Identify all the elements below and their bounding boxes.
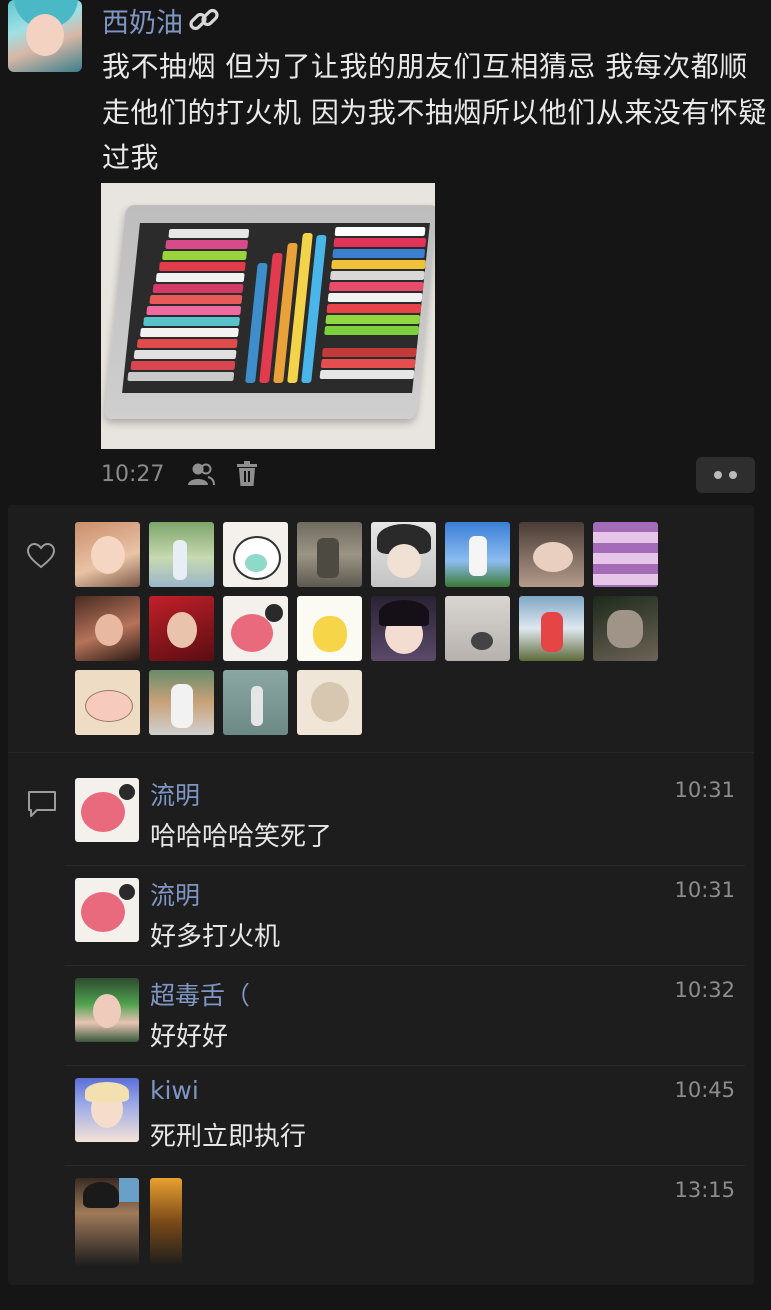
- comment-icon: [28, 791, 56, 817]
- more-button[interactable]: [696, 457, 755, 493]
- like-avatar[interactable]: [223, 522, 288, 587]
- avatar-face: [26, 14, 64, 56]
- post-photo[interactable]: [101, 183, 435, 449]
- post-time: 10:27: [101, 461, 165, 487]
- comment-separator: [65, 965, 745, 966]
- comment-text: 哈哈哈哈笑死了: [150, 822, 333, 852]
- commenter-avatar[interactable]: [75, 778, 139, 842]
- tin-box-inner: [122, 223, 430, 393]
- like-avatar[interactable]: [297, 522, 362, 587]
- commenter-avatar[interactable]: [75, 978, 139, 1042]
- like-avatar[interactable]: [445, 522, 510, 587]
- commenter-avatar[interactable]: [75, 878, 139, 942]
- like-avatar[interactable]: [371, 596, 436, 661]
- comment-time: 10:45: [674, 1078, 735, 1102]
- like-avatar[interactable]: [297, 670, 362, 735]
- commenter-name[interactable]: kiwi: [150, 1076, 199, 1105]
- commenter-avatar[interactable]: [75, 1178, 139, 1266]
- comment-item[interactable]: kiwi 10:45 死刑立即执行: [65, 1076, 745, 1166]
- like-avatar[interactable]: [149, 522, 214, 587]
- commenter-name-image[interactable]: [150, 1178, 182, 1266]
- commenter-avatar[interactable]: [75, 1078, 139, 1142]
- comment-item[interactable]: 13:15: [75, 1178, 745, 1268]
- like-avatar[interactable]: [75, 670, 140, 735]
- post-text: 我不抽烟 但为了让我的朋友们互相猜忌 我每次都顺走他们的打火机 因为我不抽烟所以…: [102, 50, 767, 174]
- like-avatar[interactable]: [297, 596, 362, 661]
- like-avatar[interactable]: [519, 596, 584, 661]
- like-avatar[interactable]: [223, 670, 288, 735]
- comment-separator: [65, 865, 745, 866]
- comment-time: 10:32: [674, 978, 735, 1002]
- comment-separator: [65, 1165, 745, 1166]
- link-icon: [189, 8, 219, 31]
- like-avatar[interactable]: [149, 670, 214, 735]
- trash-icon[interactable]: [232, 459, 262, 489]
- like-avatar[interactable]: [75, 522, 140, 587]
- author-name[interactable]: 西奶油: [102, 1, 183, 40]
- comment-text: 好好好: [150, 1022, 229, 1052]
- like-avatar[interactable]: [223, 596, 288, 661]
- like-avatar[interactable]: [593, 522, 658, 587]
- commenter-name[interactable]: 流明: [150, 876, 200, 912]
- like-avatar[interactable]: [519, 522, 584, 587]
- heart-icon: [27, 543, 55, 569]
- comment-item[interactable]: 流明 10:31 哈哈哈哈笑死了: [65, 776, 745, 866]
- more-icon: [714, 471, 722, 479]
- comment-item[interactable]: 流明 10:31 好多打火机: [65, 876, 745, 966]
- commenter-name[interactable]: 流明: [150, 776, 200, 812]
- like-avatar[interactable]: [371, 522, 436, 587]
- commenter-name[interactable]: 超毒舌（: [150, 976, 250, 1012]
- interaction-divider: [8, 752, 754, 753]
- comment-time: 13:15: [674, 1178, 735, 1202]
- people-icon[interactable]: [186, 459, 216, 489]
- like-avatar[interactable]: [445, 596, 510, 661]
- comment-time: 10:31: [674, 778, 735, 802]
- author-row: 西奶油: [102, 0, 221, 40]
- comment-text: 好多打火机: [150, 922, 281, 952]
- like-avatar[interactable]: [149, 596, 214, 661]
- post-meta: 10:27: [101, 458, 262, 490]
- comment-text: 死刑立即执行: [150, 1122, 307, 1152]
- like-avatar[interactable]: [593, 596, 658, 661]
- author-avatar[interactable]: [8, 0, 82, 72]
- like-avatar[interactable]: [75, 596, 140, 661]
- comment-separator: [65, 1065, 745, 1066]
- comment-time: 10:31: [674, 878, 735, 902]
- comment-item[interactable]: 超毒舌（ 10:32 好好好: [65, 976, 745, 1066]
